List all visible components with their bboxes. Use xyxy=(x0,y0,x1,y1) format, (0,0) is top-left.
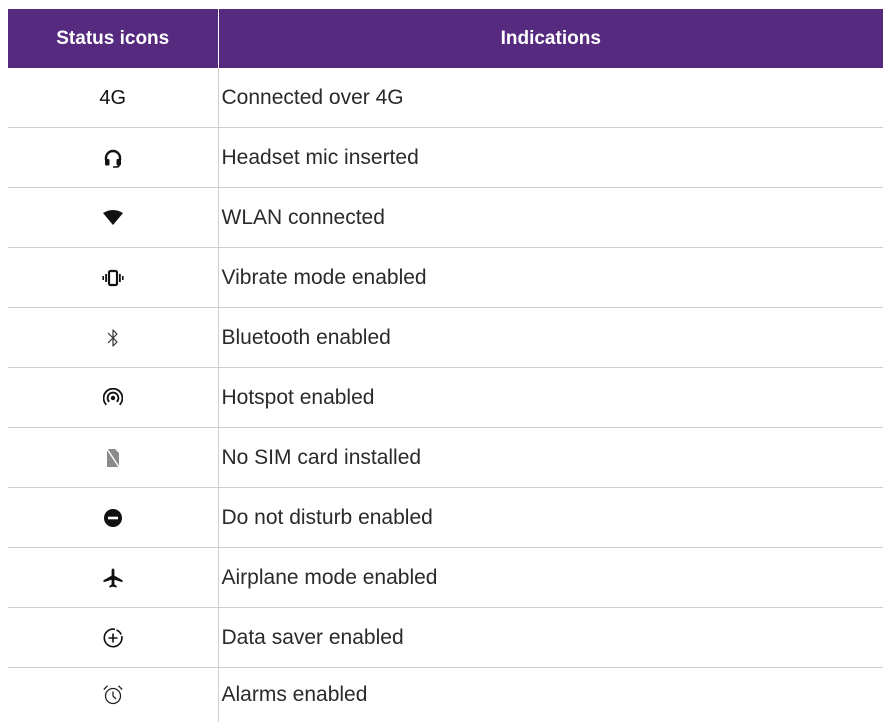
icon-cell xyxy=(8,367,219,428)
table-row: Headset mic inserted xyxy=(8,127,883,188)
icon-cell xyxy=(8,487,219,548)
headset-icon xyxy=(103,148,123,168)
bluetooth-icon xyxy=(106,327,120,349)
table-row: 4G Connected over 4G xyxy=(8,68,883,128)
alarm-icon xyxy=(102,684,124,706)
indication-text: Bluetooth enabled xyxy=(218,307,883,368)
icon-cell xyxy=(8,247,219,308)
no-sim-icon xyxy=(106,448,120,468)
do-not-disturb-icon xyxy=(103,508,123,528)
indication-text: Headset mic inserted xyxy=(218,127,883,188)
icon-cell xyxy=(8,187,219,248)
table-row: Alarms enabled xyxy=(8,667,883,722)
table-header-row: Status icons Indications xyxy=(8,9,883,68)
header-indications: Indications xyxy=(218,9,883,68)
table-row: Vibrate mode enabled xyxy=(8,247,883,308)
icon-cell xyxy=(8,127,219,188)
indication-text: Data saver enabled xyxy=(218,607,883,668)
table-row: Do not disturb enabled xyxy=(8,487,883,548)
indication-text: Alarms enabled xyxy=(221,683,368,706)
status-icons-table-wrapper: Status icons Indications 4G Connected ov… xyxy=(8,9,883,722)
vibrate-icon xyxy=(102,269,124,287)
status-icons-table: Status icons Indications 4G Connected ov… xyxy=(8,9,883,722)
icon-cell xyxy=(8,427,219,488)
icon-cell xyxy=(8,607,219,668)
header-status-icons: Status icons xyxy=(8,9,219,68)
indication-text: No SIM card installed xyxy=(218,427,883,488)
table-row: WLAN connected xyxy=(8,187,883,248)
indication-text: Connected over 4G xyxy=(218,68,883,128)
icon-cell xyxy=(8,307,219,368)
table-row: Data saver enabled xyxy=(8,607,883,668)
icon-cell: 4G xyxy=(8,68,219,128)
indication-text: WLAN connected xyxy=(218,187,883,248)
4g-text-icon: 4G xyxy=(99,86,127,109)
indication-text: Hotspot enabled xyxy=(218,367,883,428)
data-saver-icon xyxy=(103,628,123,648)
table-row: No SIM card installed xyxy=(8,427,883,488)
airplane-icon xyxy=(102,567,124,589)
table-row: Bluetooth enabled xyxy=(8,307,883,368)
indication-text: Vibrate mode enabled xyxy=(218,247,883,308)
hotspot-icon xyxy=(102,387,123,408)
icon-cell xyxy=(8,667,219,722)
table-row: Hotspot enabled xyxy=(8,367,883,428)
indication-text: Airplane mode enabled xyxy=(218,547,883,608)
table-row: Airplane mode enabled xyxy=(8,547,883,608)
icon-cell xyxy=(8,547,219,608)
indication-text: Do not disturb enabled xyxy=(218,487,883,548)
wifi-icon xyxy=(102,209,124,226)
